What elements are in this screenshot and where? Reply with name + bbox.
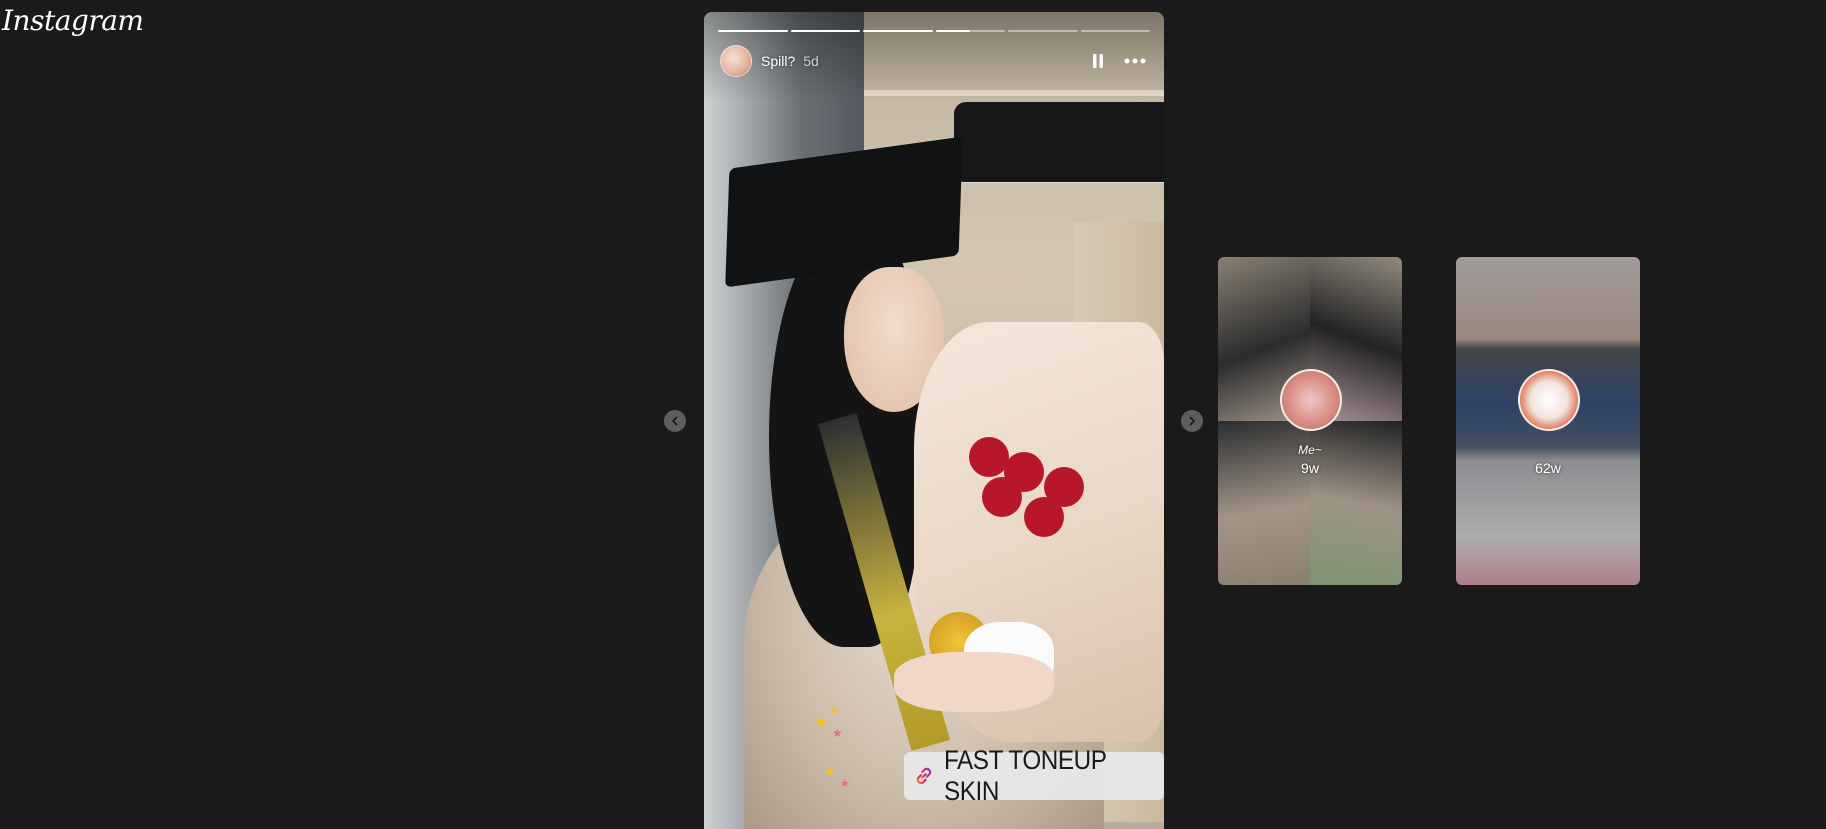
- progress-segment: [790, 30, 860, 32]
- story-header: Spill? 5d: [720, 45, 1148, 77]
- link-sticker[interactable]: FAST TONEUP SKIN: [904, 745, 1164, 806]
- preview-time: 62w: [1535, 460, 1561, 476]
- progress-segment: [1008, 30, 1078, 32]
- story-photo-rose: [982, 477, 1022, 517]
- progress-segment: [1080, 30, 1150, 32]
- instagram-logo[interactable]: Instagram: [2, 4, 144, 37]
- avatar[interactable]: [720, 45, 752, 77]
- story-photo-rose: [969, 437, 1009, 477]
- pause-icon[interactable]: [1086, 49, 1110, 73]
- chevron-right-icon: [1189, 416, 1195, 426]
- story-photo-hands: [894, 652, 1054, 712]
- previous-story-button[interactable]: [664, 410, 686, 432]
- chevron-left-icon: [672, 416, 678, 426]
- story-photo-bag: [954, 102, 1164, 182]
- progress-segment: [935, 30, 1005, 32]
- story-photo-rose: [1024, 497, 1064, 537]
- progress-segment: [718, 30, 788, 32]
- avatar: [1280, 369, 1342, 431]
- story-progress-bar: [718, 30, 1150, 32]
- link-sticker-label: FAST TONEUP SKIN: [943, 745, 1107, 806]
- sparkle-sticker: ★: [814, 714, 829, 731]
- sparkle-sticker: ★: [824, 764, 836, 779]
- avatar: [1518, 369, 1580, 431]
- preview-time: 9w: [1301, 460, 1319, 476]
- next-story-button[interactable]: [1181, 410, 1203, 432]
- preview-username: Me~: [1298, 443, 1322, 457]
- progress-segment: [863, 30, 933, 32]
- story-time: 5d: [803, 53, 819, 69]
- sparkle-sticker: ★: [832, 726, 843, 740]
- link-icon: [916, 767, 932, 785]
- more-icon[interactable]: [1122, 49, 1148, 73]
- story-preview-card[interactable]: Me~ 9w: [1218, 257, 1402, 585]
- story-preview-card[interactable]: 62w: [1456, 257, 1640, 585]
- sparkle-sticker: ★: [830, 706, 839, 717]
- story-viewer[interactable]: Spill? 5d ★ ★ ★ ★ ★ FAST TONEUP SKIN: [704, 12, 1164, 829]
- sparkle-sticker: ★: [840, 778, 850, 790]
- story-username[interactable]: Spill?: [761, 53, 795, 69]
